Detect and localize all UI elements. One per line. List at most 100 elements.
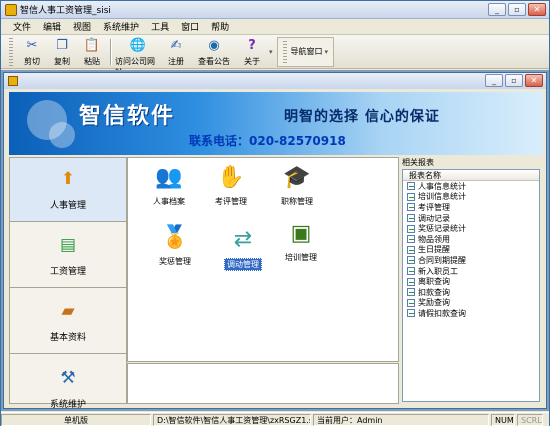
minimize-button[interactable]: _ [488,3,506,16]
nav-window-button[interactable]: 导航窗口 [291,46,323,57]
menu-bar: 文件 编辑 视图 系统维护 工具 窗口 帮助 [1,19,549,35]
people-icon: 👥 [155,164,183,190]
banner-logo: 智信软件 [79,104,176,129]
report-item[interactable]: 扣款查询 [403,287,539,298]
toolbar-separator [110,38,112,65]
report-icon [407,214,415,223]
visit-website-button[interactable]: 🌐 访问公司网站 [115,37,161,77]
report-item[interactable]: 调动记录 [403,213,539,224]
register-label: 注册 [168,56,184,66]
report-icon [407,309,415,318]
menu-window[interactable]: 窗口 [175,20,205,33]
mdi-area: _ ▫ ✕ 智信软件 明智的选择 信心的保证 联系电话：020-82570918… [1,70,549,411]
globe-icon: ◉ [208,37,220,53]
report-item[interactable]: 奖励查询 [403,298,539,309]
module-rewards[interactable]: 🏅 奖惩管理 [144,222,206,278]
register-button[interactable]: ✍ 注册 [161,37,191,67]
report-icon [407,192,415,201]
menu-help[interactable]: 帮助 [205,20,235,33]
about-button[interactable]: ? 关于 [237,37,267,67]
report-item[interactable]: 人事信息统计 [403,181,539,192]
globe-link-icon: 🌐 [129,37,147,53]
copy-label: 复制 [54,56,70,66]
nav-item-label: 系统维护 [49,399,86,410]
menu-edit[interactable]: 编辑 [37,20,67,33]
banner-slogan: 明智的选择 信心的保证 [284,109,440,125]
child-title-bar[interactable]: _ ▫ ✕ [4,73,546,89]
report-item[interactable]: 新入职员工 [403,266,539,277]
child-close-button[interactable]: ✕ [525,74,543,87]
copy-button[interactable]: ❐ 复制 [47,37,77,67]
title-bar[interactable]: 智信人事工资管理_sisi _ ▫ ✕ [1,1,549,19]
copy-icon: ❐ [56,37,68,53]
report-item[interactable]: 离职查询 [403,276,539,287]
nav-item-basic-info[interactable]: ▰ 基本资料 [10,290,126,354]
module-evaluation[interactable]: ✋ 考评管理 [200,162,262,218]
medal-icon: 🏅 [161,224,189,250]
info-panel [127,363,399,404]
report-item[interactable]: 培训信息统计 [403,192,539,203]
report-icon [407,235,415,244]
nav-item-salary[interactable]: ▤ 工资管理 [10,224,126,288]
module-personnel-files[interactable]: 👥 人事档案 [138,162,200,218]
report-item[interactable]: 合同到期提醒 [403,255,539,266]
module-panel: 👥 人事档案 ✋ 考评管理 🎓 职称管理 🏅 奖惩管理 ⇄ 调动管理 ▣ 培训管… [127,157,399,362]
report-icon [407,267,415,276]
report-icon [407,288,415,297]
module-titles[interactable]: 🎓 职称管理 [266,162,328,218]
about-label: 关于 [244,56,260,66]
report-item[interactable]: 考评管理 [403,202,539,213]
status-scrl: SCRL [517,413,543,426]
transfer-icon: ⇄ [233,226,253,252]
report-icon [407,298,415,307]
report-item[interactable]: 物品领用 [403,234,539,245]
menu-view[interactable]: 视图 [67,20,97,33]
app-icon [5,3,17,16]
report-item[interactable]: 生日提醒 [403,245,539,256]
module-transfer[interactable]: ⇄ 调动管理 [212,224,274,280]
module-label: 人事档案 [153,197,185,206]
register-icon: ✍ [170,37,182,53]
graduate-icon: 🎓 [283,164,311,190]
nav-toolbar-grip[interactable] [282,40,287,63]
close-button[interactable]: ✕ [528,3,546,16]
module-training[interactable]: ▣ 培训管理 [270,218,332,274]
view-notice-label: 查看公告 [198,56,230,66]
toolbar: ✂ 剪切 ❐ 复制 📋 粘贴 🌐 访问公司网站 ✍ 注册 ◉ 查看公告 ? 关于… [1,35,549,77]
nav-item-hr[interactable]: ⬆ 人事管理 [10,158,126,222]
help-icon: ? [248,37,256,53]
menu-system[interactable]: 系统维护 [97,20,145,33]
salary-icon: ▤ [59,235,77,255]
paste-button[interactable]: 📋 粘贴 [77,37,107,67]
module-label: 考评管理 [215,197,247,206]
toolbar-grip[interactable] [9,37,13,66]
maximize-button[interactable]: ▫ [508,3,526,16]
nav-item-label: 工资管理 [49,267,86,277]
cut-label: 剪切 [24,56,40,66]
reports-column-header[interactable]: 报表名称 [403,170,539,181]
report-item[interactable]: 请假扣款查询 [403,308,539,319]
toolbar-overflow-icon[interactable]: ▾ [269,48,273,56]
left-nav: ⬆ 人事管理 ▤ 工资管理 ▰ 基本资料 ⚒ 系统维护 [9,157,127,410]
status-mode: 单机版 [1,413,151,426]
cut-button[interactable]: ✂ 剪切 [17,37,47,67]
view-notice-button[interactable]: ◉ 查看公告 [191,37,237,67]
paste-label: 粘贴 [84,56,100,66]
window-title: 智信人事工资管理_sisi [20,6,111,16]
menu-tools[interactable]: 工具 [145,20,175,33]
reports-panel: 相关报表 报表名称 人事信息统计 培训信息统计 考评管理 调动记录 奖惩记录统计… [400,157,543,404]
module-label: 培训管理 [285,253,317,262]
training-icon: ▣ [290,220,312,246]
nav-item-label: 人事管理 [49,201,86,211]
report-item[interactable]: 奖惩记录统计 [403,223,539,234]
child-restore-button[interactable]: ▫ [505,74,523,87]
child-app-icon [8,76,18,86]
nav-item-system[interactable]: ⚒ 系统维护 [10,356,126,420]
menu-file[interactable]: 文件 [7,20,37,33]
status-path: D:\智信软件\智信人事工资管理\zxRSGZ1.sys [153,413,311,426]
nav-overflow-icon[interactable]: ▾ [325,48,329,56]
reports-title: 相关报表 [402,158,434,167]
book-icon: ▰ [61,301,75,321]
evaluation-icon: ✋ [217,164,245,190]
child-minimize-button[interactable]: _ [485,74,503,87]
